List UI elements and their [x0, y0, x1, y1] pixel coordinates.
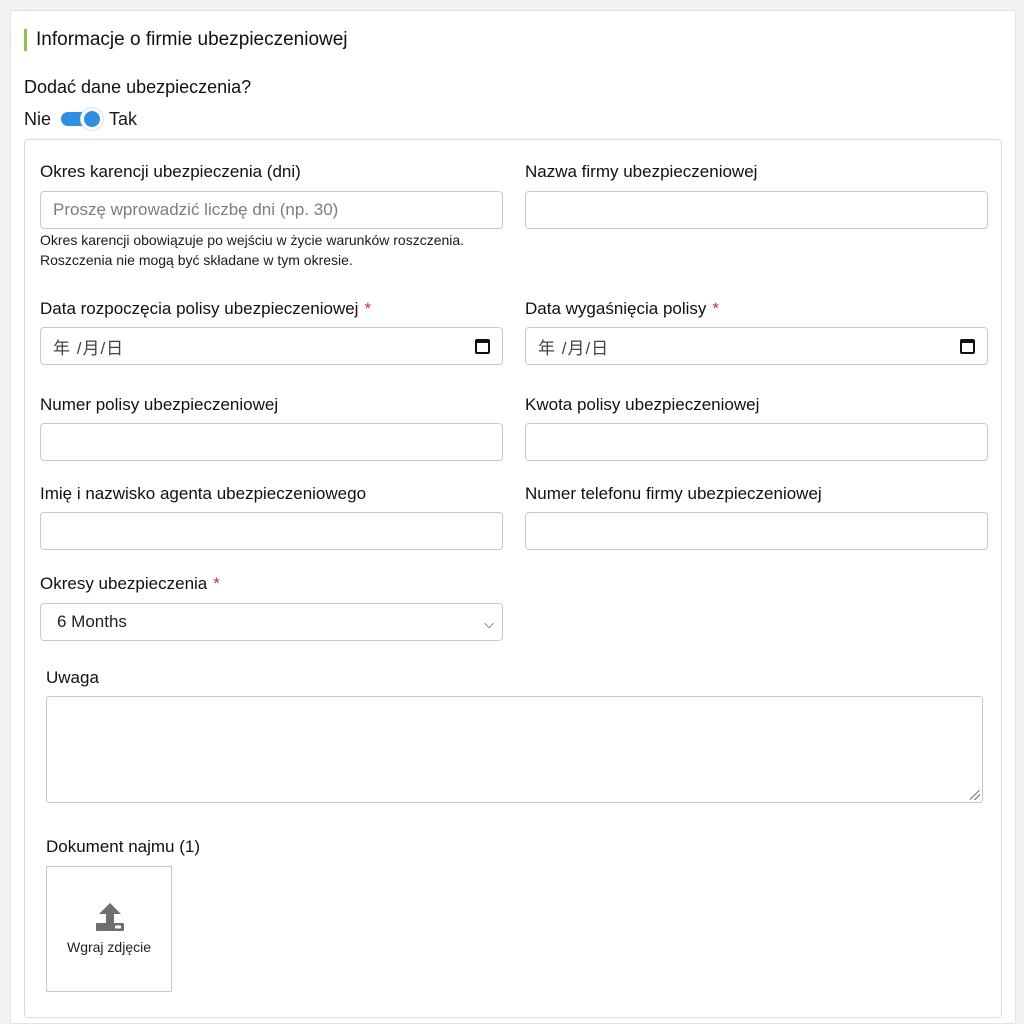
- chevron-down-icon: ⌵: [484, 616, 494, 631]
- resize-handle-icon[interactable]: [970, 790, 980, 800]
- add-insurance-toggle[interactable]: [61, 108, 104, 130]
- grace-period-input[interactable]: Proszę wprowadzić liczbę dni (np. 30): [40, 191, 503, 229]
- insurance-form: Okres karencji ubezpieczenia (dni) Prosz…: [24, 139, 1002, 1018]
- document-label: Dokument najmu (1): [46, 837, 201, 856]
- policy-amount-input[interactable]: [525, 423, 988, 461]
- required-marker: *: [712, 299, 720, 318]
- add-insurance-toggle-row: Nie Tak: [24, 107, 137, 131]
- end-date-label-text: Data wygaśnięcia polisy: [525, 299, 707, 318]
- grace-period-placeholder: Proszę wprowadzić liczbę dni (np. 30): [53, 200, 339, 219]
- toggle-off-label: Nie: [24, 108, 52, 129]
- calendar-icon[interactable]: [475, 339, 490, 354]
- note-textarea[interactable]: [46, 696, 983, 803]
- insurance-periods-label-text: Okresy ubezpieczenia: [40, 574, 208, 593]
- company-name-input[interactable]: [525, 191, 988, 229]
- company-phone-label: Numer telefonu firmy ubezpieczeniowej: [525, 484, 822, 503]
- start-date-placeholder: 年 /月/日: [53, 338, 125, 358]
- agent-name-label: Imię i nazwisko agenta ubezpieczeniowego: [40, 484, 367, 503]
- section-title: Informacje o firmie ubezpieczeniowej: [24, 29, 348, 51]
- insurance-panel: Informacje o firmie ubezpieczeniowej Dod…: [10, 10, 1016, 1024]
- end-date-input[interactable]: 年 /月/日: [525, 327, 988, 365]
- insurance-periods-label: Okresy ubezpieczenia *: [40, 574, 220, 594]
- policy-number-input[interactable]: [40, 423, 503, 461]
- agent-name-input[interactable]: [40, 512, 503, 550]
- start-date-label-text: Data rozpoczęcia polisy ubezpieczeniowej: [40, 299, 359, 318]
- upload-photo-label: Wgraj zdjęcie: [66, 939, 152, 955]
- add-insurance-question: Dodać dane ubezpieczenia?: [24, 77, 252, 97]
- upload-icon: [96, 903, 124, 931]
- company-name-label: Nazwa firmy ubezpieczeniowej: [525, 162, 758, 181]
- insurance-periods-selected: 6 Months: [57, 612, 127, 631]
- grace-period-hint-2: Roszczenia nie mogą być składane w tym o…: [40, 252, 353, 268]
- insurance-periods-select[interactable]: 6 Months ⌵: [40, 603, 503, 641]
- end-date-placeholder: 年 /月/日: [538, 338, 610, 358]
- end-date-label: Data wygaśnięcia polisy *: [525, 299, 719, 319]
- grace-period-label: Okres karencji ubezpieczenia (dni): [40, 162, 301, 181]
- grace-period-hint-1: Okres karencji obowiązuje po wejściu w ż…: [40, 232, 465, 248]
- upload-photo-button[interactable]: Wgraj zdjęcie: [46, 866, 172, 992]
- policy-number-label: Numer polisy ubezpieczeniowej: [40, 395, 279, 414]
- company-phone-input[interactable]: [525, 512, 988, 550]
- start-date-label: Data rozpoczęcia polisy ubezpieczeniowej…: [40, 299, 371, 319]
- required-marker: *: [213, 574, 220, 593]
- calendar-icon[interactable]: [960, 339, 975, 354]
- toggle-on-label: Tak: [109, 108, 138, 129]
- note-label: Uwaga: [46, 668, 99, 687]
- policy-amount-label: Kwota polisy ubezpieczeniowej: [525, 395, 760, 414]
- start-date-input[interactable]: 年 /月/日: [40, 327, 503, 365]
- toggle-knob: [81, 108, 104, 130]
- required-marker: *: [364, 299, 372, 318]
